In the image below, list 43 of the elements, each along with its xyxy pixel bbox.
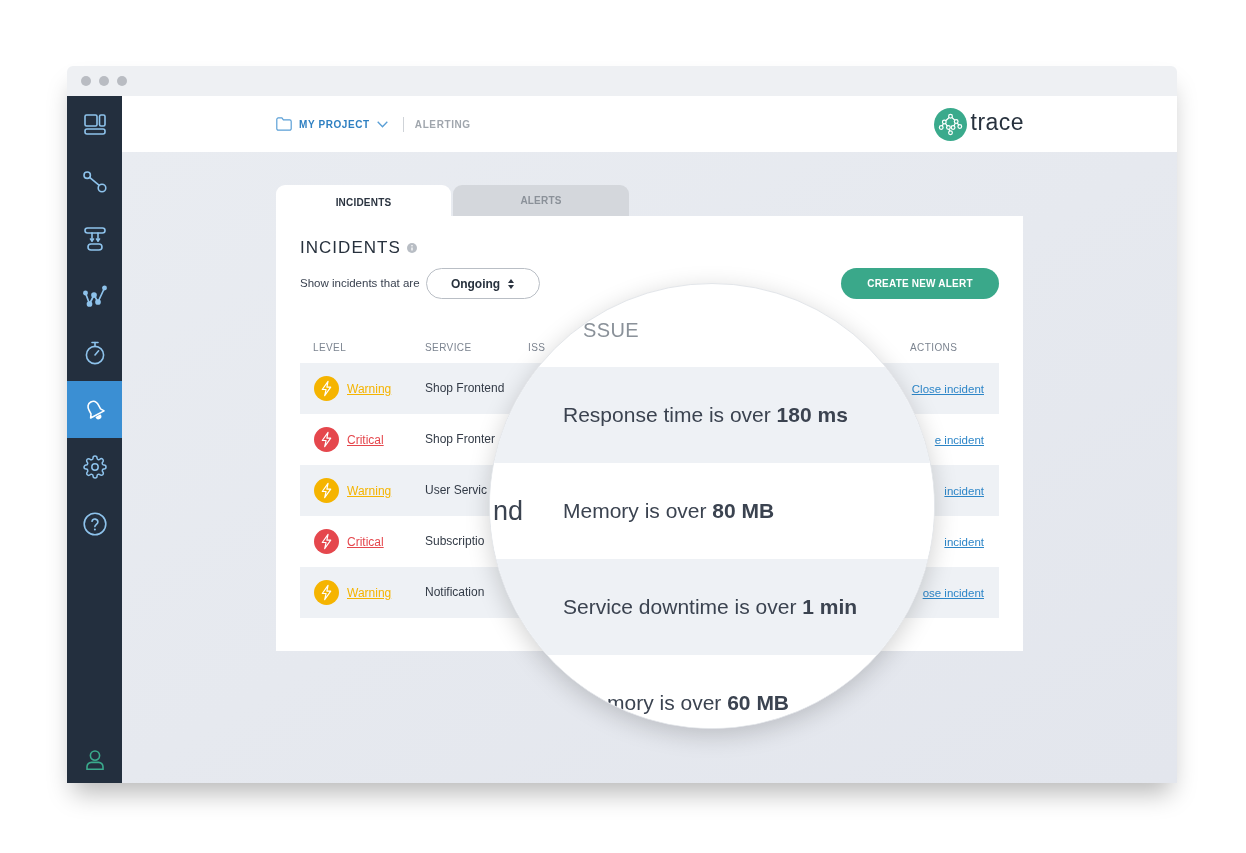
close-incident-link[interactable]: e incident (934, 432, 984, 447)
service-name: Notification (425, 585, 485, 600)
folder-icon (276, 117, 292, 131)
service-name: User Servic (425, 483, 487, 498)
settings-icon (82, 454, 107, 479)
logo-text: trace (970, 111, 1024, 137)
line-chart-icon (82, 284, 107, 307)
column-header: SERVICE (425, 341, 472, 353)
magnified-issue-text: Memory is over 80 MB (563, 498, 775, 524)
close-incident-link[interactable]: Close incident (911, 381, 984, 396)
panel-title: INCIDENTS (300, 237, 401, 259)
user-icon (85, 750, 104, 770)
service-name: Subscriptio (425, 534, 485, 549)
magnified-column-header: SSUE (583, 319, 640, 341)
tab[interactable]: INCIDENTS (276, 185, 451, 216)
status-select[interactable]: Ongoing (425, 268, 540, 299)
create-alert-button[interactable]: CREATE NEW ALERT (841, 268, 999, 299)
magnified-text-fragment: nd (493, 495, 524, 527)
level-link[interactable]: Critical (347, 532, 384, 551)
service-name: Shop Fronter (425, 432, 496, 447)
logo-icon (933, 107, 967, 141)
stopwatch-icon (83, 340, 106, 365)
layout-icon (83, 114, 106, 135)
column-header: ACTIONS (910, 341, 958, 353)
chevron-down-icon (376, 120, 388, 128)
project-dropdown[interactable]: MY PROJECT (276, 116, 388, 132)
close-incident-link[interactable]: incident (944, 534, 984, 549)
stack-icon (83, 226, 106, 251)
filter-label: Show incidents that are (300, 275, 420, 291)
breadcrumb-page: ALERTING (414, 117, 471, 132)
magnified-issue-text: Response time is over 180 ms (563, 402, 848, 428)
connected-nodes-icon (82, 170, 107, 193)
updown-caret-icon (508, 278, 515, 289)
help-icon (82, 511, 107, 536)
level-link[interactable]: Critical (347, 430, 384, 449)
column-header: LEVEL (313, 341, 347, 353)
close-incident-link[interactable]: ose incident (922, 585, 984, 600)
column-header: ISS (528, 341, 546, 353)
service-name: Shop Frontend (425, 381, 505, 396)
close-incident-link[interactable]: incident (944, 483, 984, 498)
magnified-issue-text: Service downtime is over 1 min (563, 594, 858, 620)
info-icon (406, 243, 417, 253)
tab[interactable]: ALERTS (453, 185, 629, 216)
